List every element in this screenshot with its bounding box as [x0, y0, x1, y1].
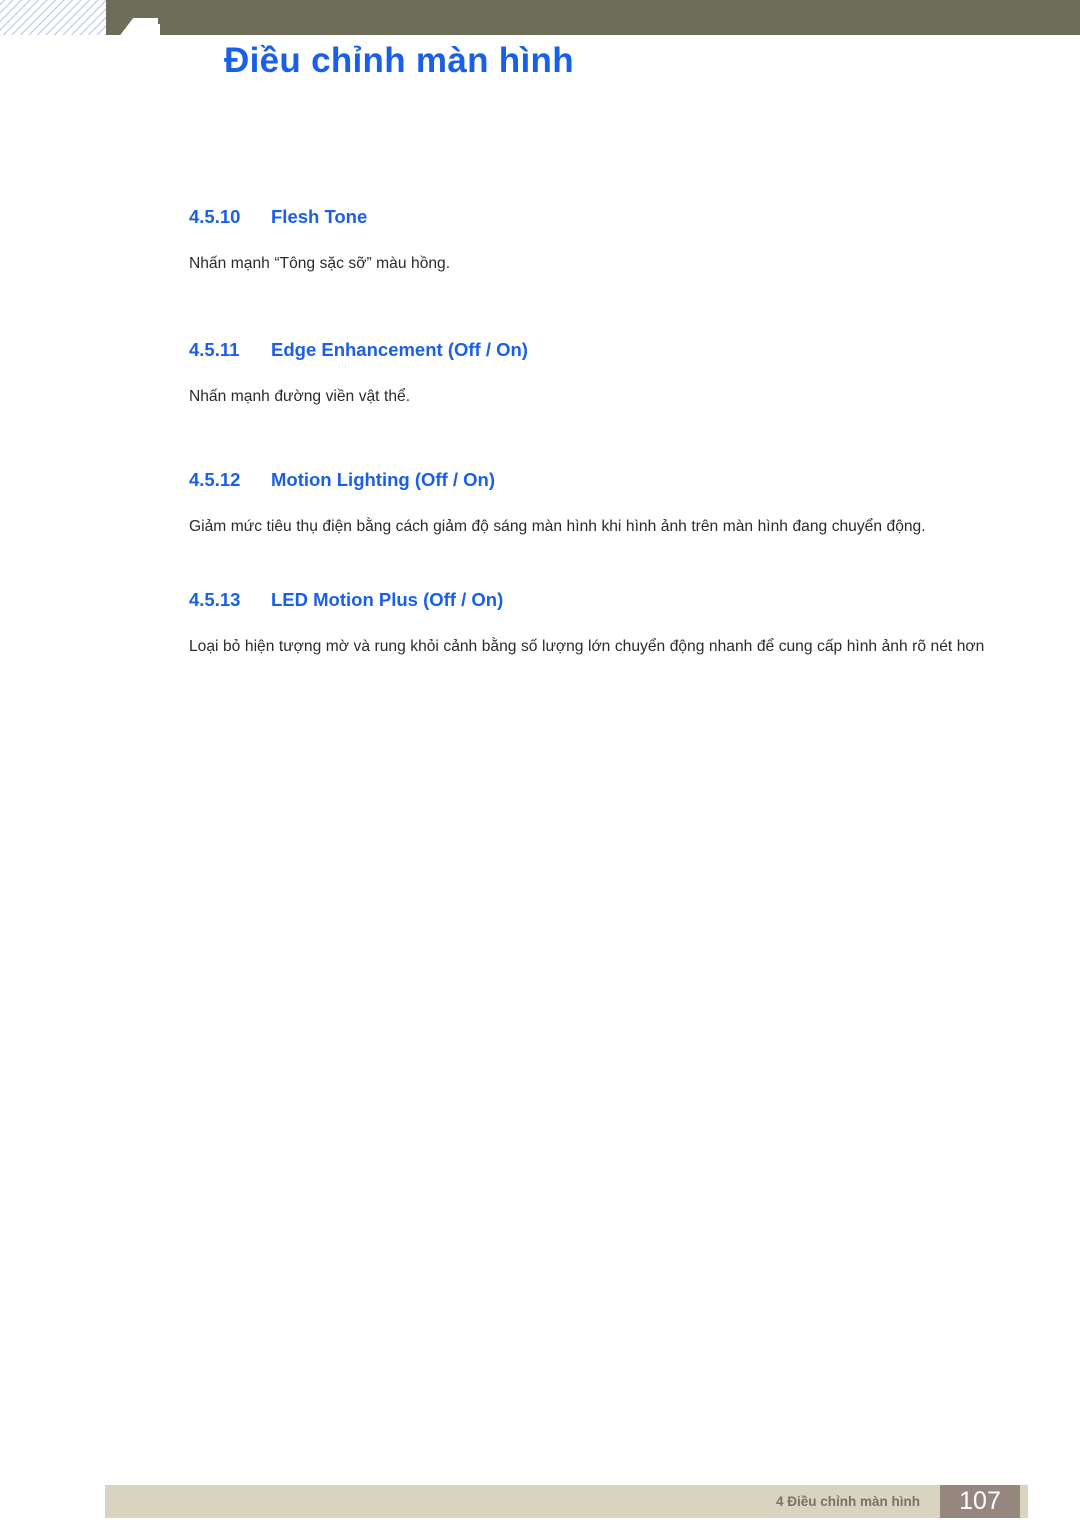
document-page: Điều chỉnh màn hình 4.5.10 Flesh Tone Nh…	[0, 0, 1080, 1527]
section-title: Flesh Tone	[271, 206, 368, 227]
section-number: 4.5.11	[189, 338, 240, 360]
section-heading: 4.5.11 Edge Enhancement (Off / On)	[189, 338, 999, 362]
section-heading: 4.5.10 Flesh Tone	[189, 205, 999, 229]
section-body: Nhấn mạnh “Tông sặc sỡ” màu hồng.	[189, 255, 451, 273]
section-title: Motion Lighting (Off / On)	[271, 468, 495, 490]
section-4-5-10: 4.5.10 Flesh Tone Nhấn mạnh “Tông sặc sỡ…	[189, 205, 999, 278]
chapter-banner-bar	[106, 0, 1080, 35]
section-4-5-12: 4.5.12 Motion Lighting (Off / On) Giảm m…	[189, 468, 999, 541]
section-title: LED Motion Plus (Off / On)	[271, 588, 504, 610]
page-footer-bar: 4 Điều chỉnh màn hình	[105, 1485, 1028, 1518]
section-number: 4.5.13	[189, 588, 241, 610]
section-number: 4.5.10	[189, 206, 241, 227]
section-4-5-13: 4.5.13 LED Motion Plus (Off / On) Loại b…	[189, 588, 999, 661]
section-4-5-11: 4.5.11 Edge Enhancement (Off / On) Nhấn …	[189, 338, 999, 411]
main-content: 4.5.10 Flesh Tone Nhấn mạnh “Tông sặc sỡ…	[189, 205, 999, 660]
page-number-box: 107	[940, 1485, 1020, 1518]
page-title: Điều chỉnh màn hình	[224, 41, 574, 80]
diagonal-hatch-decoration	[0, 0, 106, 35]
page-header: Điều chỉnh màn hình	[0, 0, 1080, 110]
section-body: Nhấn mạnh đường viền vật thể.	[189, 387, 411, 405]
section-body: Giảm mức tiêu thụ điện bằng cách giảm độ…	[189, 517, 926, 535]
page-number: 107	[959, 1487, 1001, 1515]
chapter-number-glyph-stem	[146, 24, 160, 38]
section-number: 4.5.12	[189, 468, 241, 490]
footer-chapter-label: 4 Điều chỉnh màn hình	[775, 1494, 920, 1509]
section-body: Loại bỏ hiện tượng mờ và rung khỏi cảnh …	[189, 637, 985, 655]
section-heading: 4.5.12 Motion Lighting (Off / On)	[189, 468, 999, 492]
section-title: Edge Enhancement (Off / On)	[271, 338, 528, 360]
section-heading: 4.5.13 LED Motion Plus (Off / On)	[189, 588, 999, 612]
